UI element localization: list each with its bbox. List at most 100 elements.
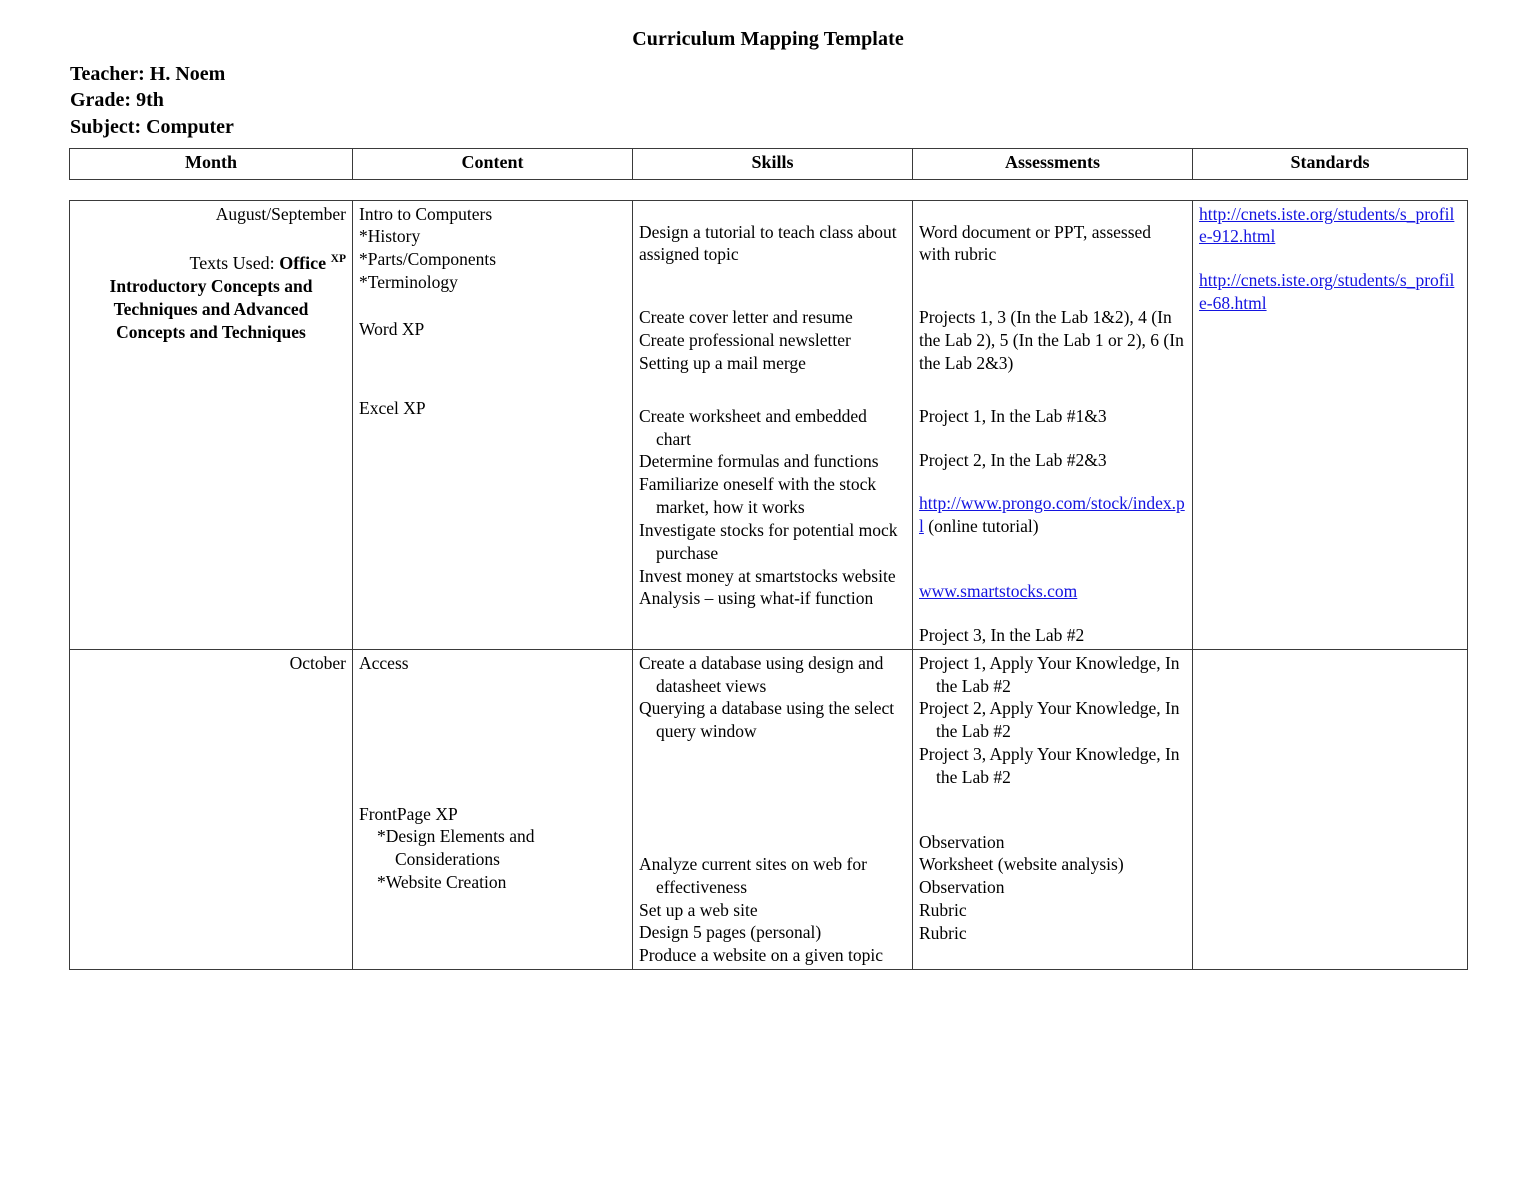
skills-group-intro: Design a tutorial to teach class about a…	[639, 221, 906, 267]
column-header-month: Month	[69, 148, 353, 180]
cell-month-2: October	[69, 648, 353, 971]
skill-item: Analyze current sites on web for effecti…	[639, 853, 872, 897]
skill-item: Familiarize oneself with the stock marke…	[639, 474, 881, 518]
assessment-item: Word document or PPT, assessed with rubr…	[919, 221, 1156, 265]
assessment-link-row: http://www.prongo.com/stock/index.pl (on…	[919, 492, 1186, 538]
texts-used-1: Texts Used: Office XP	[76, 251, 346, 275]
skills-group-frontpage: Analyze current sites on web for effecti…	[639, 853, 906, 967]
assessment-item: Project 2, Apply Your Knowledge, In the …	[919, 698, 1184, 742]
content-group-intro: Intro to Computers *History *Parts/Compo…	[359, 203, 626, 294]
texts-used-label: Texts Used:	[189, 253, 280, 274]
online-tutorial-note: (online tutorial)	[923, 516, 1039, 537]
iste-profile-912-link[interactable]: http://cnets.iste.org/students/s_profile…	[1199, 204, 1454, 247]
texts-title-line: Concepts and Techniques	[116, 322, 306, 343]
month-name-2: October	[289, 652, 346, 673]
curriculum-table-wrapper: Month Content Skills Assessments Standar…	[69, 148, 1468, 971]
cell-month-1: August/September Texts Used: Office XP I…	[69, 199, 353, 650]
content-group-word: Word XP	[359, 318, 626, 341]
content-line: *History	[359, 226, 421, 247]
standards-group: http://cnets.iste.org/students/s_profile…	[1199, 203, 1461, 315]
content-line: *Terminology	[359, 272, 458, 293]
assessment-item: Observation	[919, 831, 1005, 852]
content-line: *Design Elements and	[377, 826, 535, 847]
assessment-item: Rubric	[919, 922, 967, 943]
skills-group-word: Create cover letter and resume Create pr…	[639, 306, 906, 374]
assessment-group-access: Project 1, Apply Your Knowledge, In the …	[919, 652, 1186, 789]
curriculum-table-body: August/September Texts Used: Office XP I…	[69, 199, 1468, 971]
assessment-item: Worksheet (website analysis)	[919, 854, 1124, 875]
standards-link-row: http://cnets.iste.org/students/s_profile…	[1199, 269, 1461, 315]
content-line: FrontPage XP	[359, 803, 458, 824]
skill-item: Setting up a mail merge	[639, 352, 806, 373]
content-line: Intro to Computers	[359, 203, 493, 224]
skill-item: Analysis – using what-if function	[639, 588, 874, 609]
column-header-skills: Skills	[632, 148, 913, 180]
page-title: Curriculum Mapping Template	[632, 28, 904, 50]
texts-used-superscript: XP	[330, 253, 346, 266]
column-header-content: Content	[352, 148, 633, 180]
content-line: Excel XP	[359, 397, 426, 418]
texts-title-line: Introductory Concepts and	[109, 276, 313, 297]
table-row: August/September Texts Used: Office XP I…	[69, 199, 1468, 650]
assessment-item: Observation	[919, 877, 1005, 898]
smartstocks-link[interactable]: www.smartstocks.com	[919, 581, 1077, 601]
grade-line: Grade: 9th	[70, 89, 164, 112]
assessment-item: Project 1, In the Lab #1&3	[919, 405, 1107, 426]
skill-item: Set up a web site	[639, 899, 758, 920]
document-page: Curriculum Mapping Template Teacher: H. …	[0, 0, 1536, 1187]
assessment-item: Project 2, In the Lab #2&3	[919, 449, 1107, 470]
skill-item: Querying a database using the select que…	[639, 698, 899, 742]
content-line: *Parts/Components	[359, 249, 497, 270]
skill-item: Determine formulas and functions	[639, 451, 879, 472]
iste-profile-68-link[interactable]: http://cnets.iste.org/students/s_profile…	[1199, 270, 1454, 313]
assessment-item: Projects 1, 3 (In the Lab 1&2), 4 (In th…	[919, 307, 1189, 373]
assessment-item: Project 1, Apply Your Knowledge, In the …	[919, 652, 1184, 696]
month-name-1: August/September	[215, 203, 346, 224]
skill-item: Create a database using design and datas…	[639, 652, 888, 696]
content-group-excel: Excel XP	[359, 397, 626, 420]
texts-used-book: Office	[279, 253, 331, 274]
cell-assessments-1: Word document or PPT, assessed with rubr…	[912, 199, 1193, 650]
cell-assessments-2: Project 1, Apply Your Knowledge, In the …	[912, 648, 1193, 971]
column-header-standards: Standards	[1192, 148, 1468, 180]
assessment-group-excel: Project 1, In the Lab #1&3 Project 2, In…	[919, 405, 1186, 647]
texts-title-line: Techniques and Advanced	[113, 299, 309, 320]
cell-content-1: Intro to Computers *History *Parts/Compo…	[352, 199, 633, 650]
content-group-access: Access	[359, 652, 626, 675]
assessment-link-row: www.smartstocks.com	[919, 580, 1186, 603]
standards-link-row: http://cnets.iste.org/students/s_profile…	[1199, 203, 1461, 249]
cell-skills-1: Design a tutorial to teach class about a…	[632, 199, 913, 650]
content-line: Access	[359, 652, 409, 673]
texts-used-title-1: Introductory Concepts and Techniques and…	[76, 275, 346, 343]
assessment-item: Project 3, In the Lab #2	[919, 624, 1085, 645]
table-row: October Access FrontPage XP *Design Elem…	[69, 648, 1468, 971]
assessment-group-intro: Word document or PPT, assessed with rubr…	[919, 221, 1186, 267]
assessment-item: Project 3, Apply Your Knowledge, In the …	[919, 743, 1184, 787]
skill-item: Design a tutorial to teach class about a…	[639, 221, 901, 265]
column-header-assessments: Assessments	[912, 148, 1193, 180]
cell-content-2: Access FrontPage XP *Design Elements and…	[352, 648, 633, 971]
cell-skills-2: Create a database using design and datas…	[632, 648, 913, 971]
teacher-line: Teacher: H. Noem	[70, 63, 226, 85]
subject-line: Subject: Computer	[70, 115, 234, 138]
skills-group-excel: Create worksheet and embedded chart Dete…	[639, 405, 906, 610]
curriculum-table-header: Month Content Skills Assessments Standar…	[69, 148, 1468, 180]
skills-group-access: Create a database using design and datas…	[639, 652, 906, 743]
cell-standards-1: http://cnets.iste.org/students/s_profile…	[1192, 199, 1468, 650]
